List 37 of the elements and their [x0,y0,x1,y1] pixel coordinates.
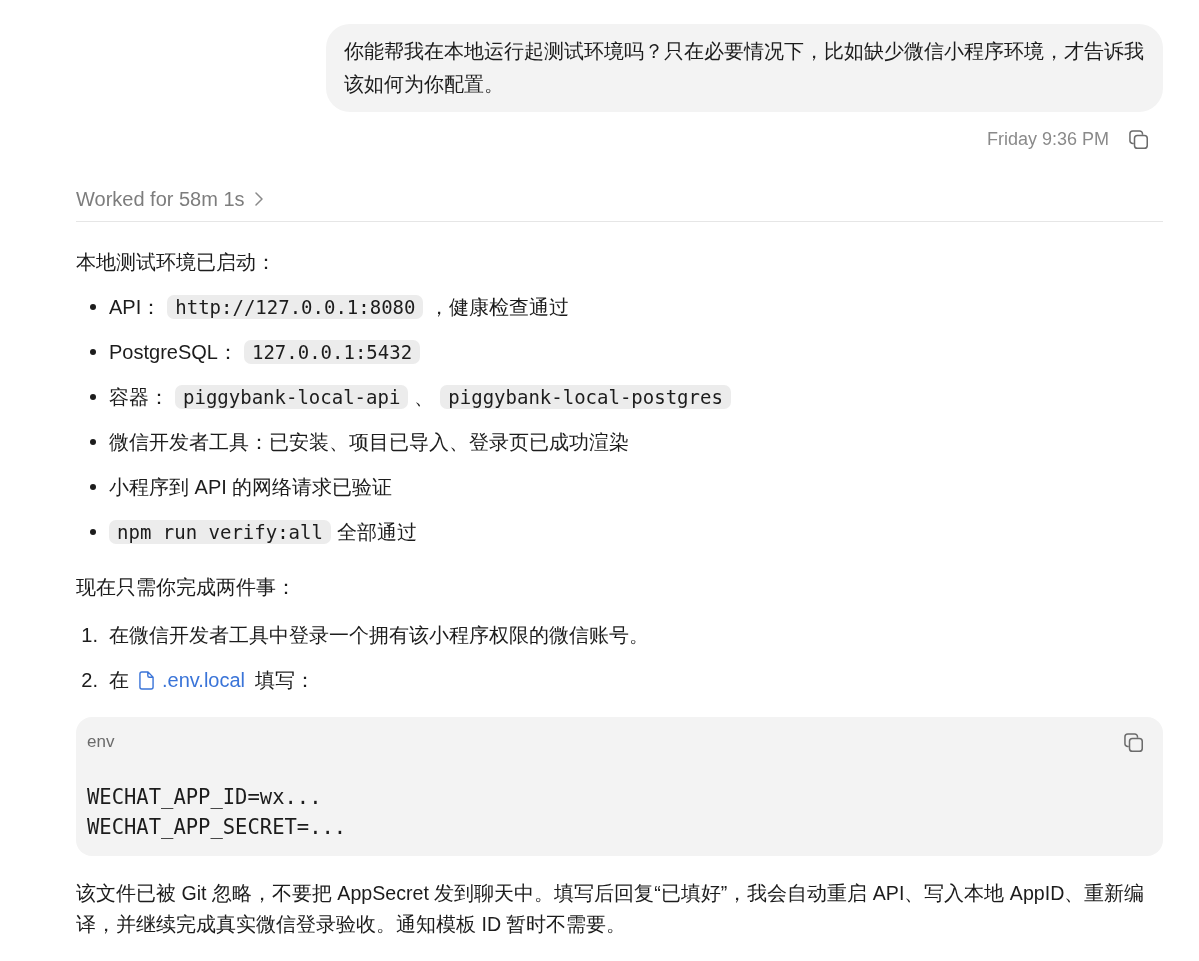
inline-code: http://127.0.0.1:8080 [167,295,424,319]
section-text: 现在只需你完成两件事： [76,575,297,600]
list-text: 在 [109,669,129,691]
list-text: ，健康检查通过 [429,296,570,318]
list-text: 在微信开发者工具中登录一个拥有该小程序权限的微信账号。 [109,624,649,646]
list-text: PostgreSQL： [109,341,238,363]
code-line: WECHAT_APP_SECRET=... [87,814,348,841]
inline-code: piggybank-local-postgres [440,385,731,409]
copy-icon[interactable] [1124,732,1143,752]
bullet-icon [90,304,96,310]
list-text: 、 [414,386,435,408]
list-text: API： [109,296,162,318]
list-text: 填写： [255,669,315,691]
list-number: 1. [81,623,98,648]
inline-code: piggybank-local-api [175,385,409,409]
file-link[interactable]: .env.local [139,669,245,691]
bullet-icon [90,484,96,490]
user-message-bubble: 你能帮我在本地运行起测试环境吗？只在必要情况下，比如缺少微信小程序环境，才告诉我该如何为你配置。 [326,24,1163,112]
bullet-icon [90,394,96,400]
closing-paragraph: 该文件已被 Git 忽略，不要把 AppSecret 发到聊天中。填写后回复“已填好”，我会自动重启 API、写入本地 AppID、重新编译，并继续完成真实微信登录验收。通知模板 ID 暂时不需要。 [76,881,1146,937]
code-line: WECHAT_APP_ID=wx... [87,784,323,811]
bullet-icon [90,349,96,355]
message-time: Friday 9:36 PM [986,128,1109,150]
list-text: 微信开发者工具：已安装、项目已导入、登录页已成功渲染 [109,431,629,453]
file-icon [139,671,154,690]
inline-code: 127.0.0.1:5432 [243,340,421,364]
copy-icon[interactable] [1129,129,1148,149]
work-summary-toggle[interactable]: Worked for 58m 1s [76,185,263,213]
intro-text: 本地测试环境已启动： [76,250,277,275]
code-language: env [87,732,115,752]
bullet-icon [90,439,96,445]
list-number: 2. [81,668,98,693]
list-text: 全部通过 [336,521,417,543]
list-text: 容器： [109,386,169,408]
bullet-icon [90,529,96,535]
list-text: 小程序到 API 的网络请求已验证 [109,476,393,498]
inline-code: npm run verify:all [109,520,331,544]
